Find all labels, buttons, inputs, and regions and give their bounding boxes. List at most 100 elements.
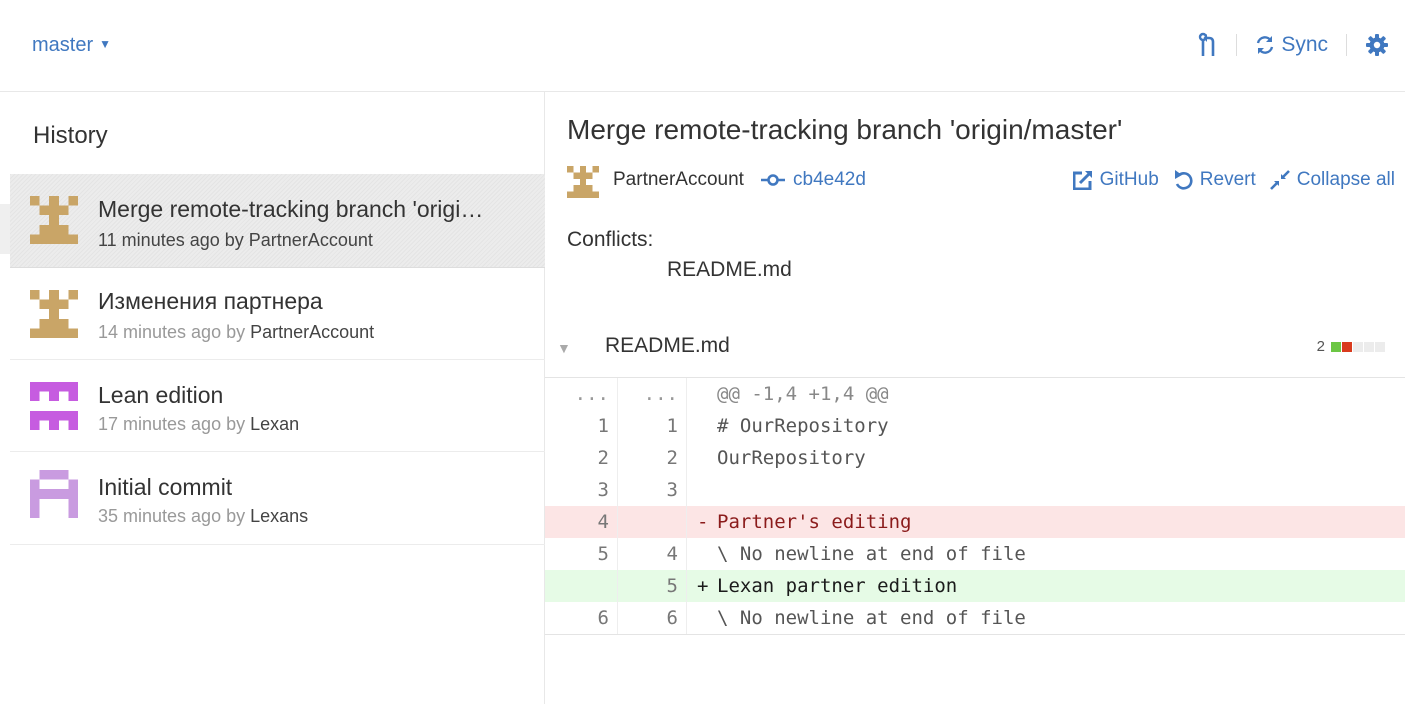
commit-icon: [761, 174, 785, 186]
diff-stat: 2: [1317, 338, 1385, 355]
diff-line-added: 5 + Lexan partner edition: [545, 570, 1405, 602]
change-count: 2: [1316, 338, 1325, 355]
commit-title: Initial commit: [98, 474, 233, 500]
new-line-number: 1: [617, 410, 687, 442]
commit-author: Lexans: [250, 506, 309, 526]
sync-button[interactable]: Sync: [1255, 33, 1328, 57]
commit-sha: cb4e42d: [793, 169, 866, 190]
diffstat-neutral-block: [1364, 341, 1374, 352]
commit-meta: 11 minutes ago by PartnerAccount: [98, 230, 373, 251]
new-line-number: 4: [617, 538, 687, 570]
commit-meta: 14 minutes ago by PartnerAccount: [98, 322, 374, 343]
new-line-number: 3: [617, 474, 687, 506]
diff-text: Partner's editing: [717, 511, 912, 533]
commit-time: 35 minutes ago by: [98, 506, 246, 526]
new-line-number: [617, 506, 687, 538]
diff-text: @@ -1,4 +1,4 @@: [717, 383, 889, 405]
new-line-number: 5: [617, 570, 687, 602]
commit-sha-link[interactable]: cb4e42d: [761, 169, 866, 191]
avatar: [30, 382, 78, 430]
diff-line: 6 6 \ No newline at end of file: [545, 602, 1405, 634]
commit-item[interactable]: Initial commit 35 minutes ago by Lexans: [10, 452, 545, 545]
settings-button[interactable]: [1365, 33, 1389, 57]
new-line-number: ...: [617, 378, 687, 410]
commit-item[interactable]: Изменения партнера 14 minutes ago by Par…: [10, 268, 545, 360]
diff-text: \ No newline at end of file: [717, 607, 1026, 629]
pull-request-button[interactable]: [1198, 32, 1218, 58]
commit-author: PartnerAccount: [613, 169, 744, 190]
old-line-number: 6: [597, 607, 609, 629]
commit-meta: 35 minutes ago by Lexans: [98, 506, 308, 527]
avatar: [567, 166, 599, 198]
diff-line-deleted: 4 - Partner's editing: [545, 506, 1405, 538]
file-name: README.md: [605, 334, 730, 357]
commit-title: Lean edition: [98, 382, 224, 408]
github-label: GitHub: [1099, 169, 1159, 190]
caret-down-icon: ▼: [99, 37, 112, 51]
diff-line: 1 1 # OurRepository: [545, 410, 1405, 442]
revert-button[interactable]: Revert: [1173, 169, 1256, 191]
diff-marker: -: [697, 511, 709, 533]
toolbar: Sync: [1198, 30, 1389, 60]
file-header: ▼ README.md 2: [545, 322, 1405, 378]
pull-request-icon: [1199, 32, 1215, 56]
diff-view: ...... @@ -1,4 +1,4 @@ 1 1 # OurRepository …: [545, 378, 1405, 634]
diffstat-neutral-block: [1353, 341, 1363, 352]
commit-time: 17 minutes ago by: [98, 414, 246, 434]
commit-meta: 17 minutes ago by Lexan: [98, 414, 299, 435]
old-line-number: 1: [597, 415, 609, 437]
diff-text: OurRepository: [717, 447, 866, 469]
github-button[interactable]: GitHub: [1072, 169, 1159, 191]
diff-text: # OurRepository: [717, 415, 889, 437]
avatar: [30, 196, 78, 244]
avatar: [30, 470, 78, 518]
history-panel: History Merge remote-tracking branch 'or…: [10, 92, 545, 704]
sync-icon: [1257, 36, 1274, 54]
new-line-number: 2: [617, 442, 687, 474]
diff-line: ...... @@ -1,4 +1,4 @@: [545, 378, 1405, 410]
commit-time: 14 minutes ago by: [98, 322, 246, 342]
old-line-number: 2: [597, 447, 609, 469]
avatar: [30, 290, 78, 338]
collapse-file-icon[interactable]: ▼: [557, 340, 571, 356]
history-title: History: [33, 122, 108, 149]
panel-resize-handle[interactable]: [0, 204, 10, 254]
branch-name: master: [32, 34, 94, 56]
old-line-number: 4: [597, 511, 609, 533]
commit-title: Merge remote-tracking branch 'origi…: [98, 196, 484, 222]
diff-line: 33: [545, 474, 1405, 506]
commit-author: Lexan: [250, 414, 300, 434]
conflict-file: README.md: [667, 258, 792, 281]
commit-detail-title: Merge remote-tracking branch 'origin/mas…: [567, 114, 1123, 145]
diff-line: 2 2 OurRepository: [545, 442, 1405, 474]
commit-meta-row: PartnerAccount cb4e42d GitHub Revert Col…: [567, 166, 1397, 198]
commit-detail-panel: Merge remote-tracking branch 'origin/mas…: [545, 92, 1405, 704]
old-line-number: 5: [597, 543, 609, 565]
commit-item[interactable]: Lean edition 17 minutes ago by Lexan: [10, 360, 545, 452]
collapse-all-button[interactable]: Collapse all: [1269, 169, 1395, 191]
diff-divider: [545, 634, 1405, 635]
commit-item[interactable]: Merge remote-tracking branch 'origi… 11 …: [10, 174, 545, 268]
collapse-icon: [1269, 170, 1290, 190]
commit-author: PartnerAccount: [250, 322, 375, 342]
conflicts-label: Conflicts:: [567, 228, 654, 251]
top-bar: master ▼ Sync: [0, 0, 1405, 92]
sync-label: Sync: [1281, 33, 1328, 56]
toolbar-divider: [1236, 34, 1238, 56]
revert-icon: [1174, 170, 1193, 190]
commit-time: 11 minutes ago by: [98, 230, 244, 250]
revert-label: Revert: [1199, 169, 1256, 190]
commit-actions: GitHub Revert Collapse all: [1059, 169, 1395, 191]
branch-selector[interactable]: master ▼: [32, 34, 111, 57]
commit-title: Изменения партнера: [98, 288, 323, 314]
diffstat-removed-block: [1342, 341, 1352, 352]
diff-line: 5 4 \ No newline at end of file: [545, 538, 1405, 570]
diffstat-neutral-block: [1375, 341, 1385, 352]
diff-text: Lexan partner edition: [717, 575, 958, 597]
diffstat-added-block: [1331, 341, 1341, 352]
old-line-number: ...: [574, 383, 609, 405]
new-line-number: 6: [617, 602, 687, 634]
diff-text: \ No newline at end of file: [717, 543, 1026, 565]
collapse-all-label: Collapse all: [1296, 169, 1395, 190]
toolbar-divider: [1346, 34, 1347, 56]
